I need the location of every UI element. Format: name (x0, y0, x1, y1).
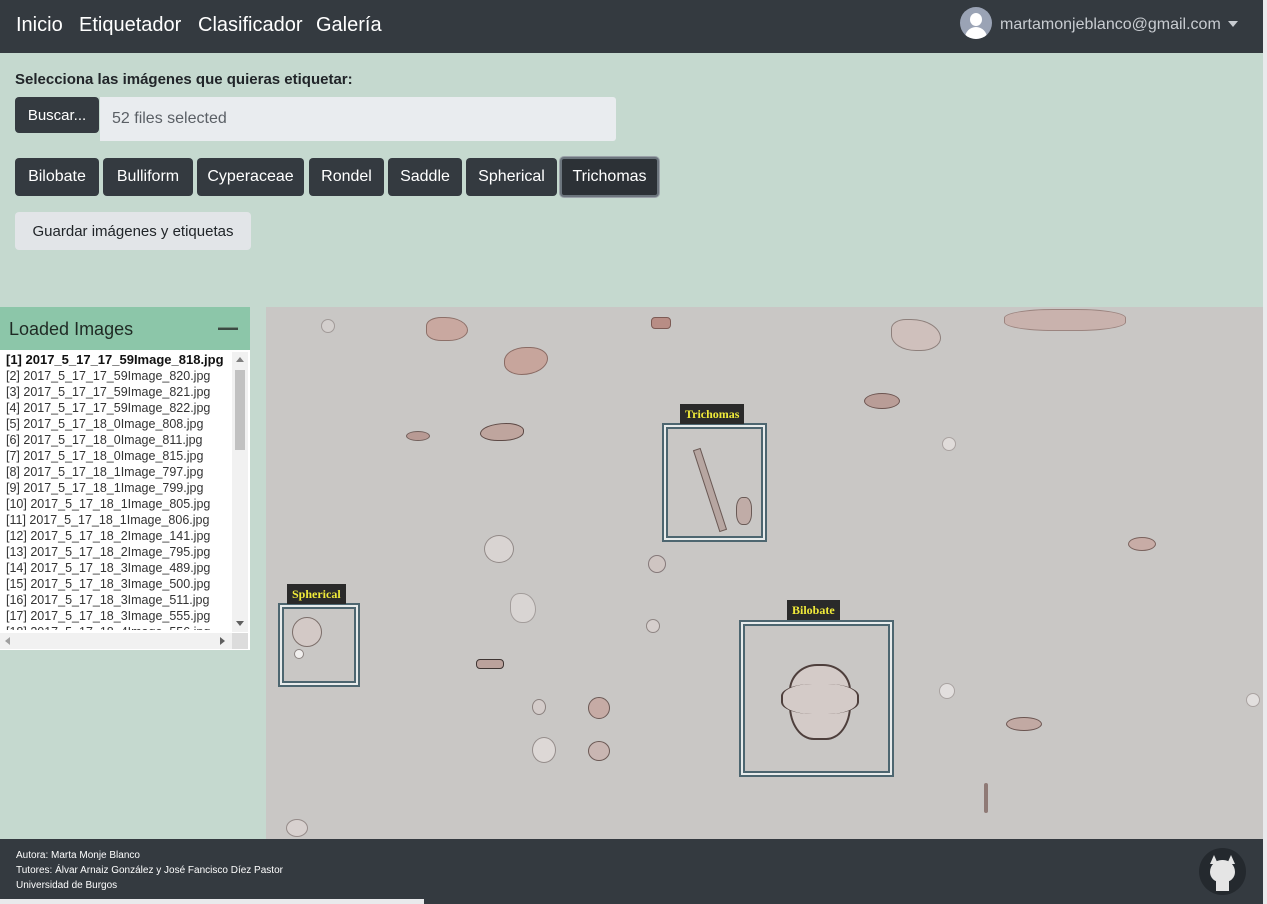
particle (321, 319, 335, 333)
list-item[interactable]: [16] 2017_5_17_18_3Image_511.jpg (6, 592, 230, 608)
scroll-corner (232, 633, 248, 649)
image-canvas[interactable]: Trichomas Spherical Bilobate (266, 307, 1263, 839)
list-item[interactable]: [4] 2017_5_17_17_59Image_822.jpg (6, 400, 230, 416)
footer: Autora: Marta Monje Blanco Tutores: Álva… (0, 839, 1263, 904)
browse-button[interactable]: Buscar... (15, 97, 99, 133)
particle (286, 819, 308, 837)
particle (1004, 309, 1126, 331)
particle (532, 737, 556, 763)
particle (1128, 537, 1156, 551)
particle (484, 535, 514, 563)
file-input[interactable]: 52 files selected (100, 97, 616, 141)
list-item[interactable]: [18] 2017_5_17_18_4Image_556.jpg (6, 624, 230, 630)
user-avatar-icon[interactable] (960, 7, 992, 39)
scroll-right-icon[interactable] (220, 637, 225, 645)
particle (651, 317, 671, 329)
panel-title: Loaded Images (9, 319, 134, 339)
save-images-button[interactable]: Guardar imágenes y etiquetas (15, 212, 251, 250)
list-item[interactable]: [10] 2017_5_17_18_1Image_805.jpg (6, 496, 230, 512)
particle (480, 423, 524, 441)
tag-button-rondel[interactable]: Rondel (309, 158, 384, 196)
footer-tutors: Tutores: Álvar Arnaiz González y José Fa… (16, 865, 283, 876)
vertical-scrollbar[interactable] (232, 352, 248, 632)
tag-button-spherical[interactable]: Spherical (466, 158, 557, 196)
list-item[interactable]: [6] 2017_5_17_18_0Image_811.jpg (6, 432, 230, 448)
annotation-label-spherical: Spherical (287, 584, 346, 604)
annotation-label-bilobate: Bilobate (787, 600, 840, 620)
bottom-strip (0, 899, 424, 904)
tag-button-cyperaceae[interactable]: Cyperaceae (197, 158, 304, 196)
list-item[interactable]: [11] 2017_5_17_18_1Image_806.jpg (6, 512, 230, 528)
github-icon[interactable] (1199, 848, 1246, 895)
panel-header: Loaded Images (0, 307, 250, 350)
minimize-icon[interactable] (218, 327, 238, 330)
nav-etiquetador[interactable]: Etiquetador (79, 14, 181, 37)
nav-clasificador[interactable]: Clasificador (198, 14, 302, 37)
footer-author: Autora: Marta Monje Blanco (16, 850, 140, 861)
bounding-box-spherical[interactable] (278, 603, 360, 687)
footer-university: Universidad de Burgos (16, 880, 118, 891)
navbar: Inicio Etiquetador Clasificador Galería … (0, 0, 1263, 53)
image-list[interactable]: [1] 2017_5_17_17_59Image_818.jpg [2] 2017… (0, 350, 250, 650)
list-item[interactable]: [1] 2017_5_17_17_59Image_818.jpg (6, 352, 230, 368)
bounding-box-trichomas[interactable] (662, 423, 767, 542)
particle (891, 319, 941, 351)
scroll-thumb[interactable] (235, 370, 245, 450)
caret-down-icon[interactable] (1228, 21, 1238, 27)
particle (646, 619, 660, 633)
particle (942, 437, 956, 451)
list-item[interactable]: [14] 2017_5_17_18_3Image_489.jpg (6, 560, 230, 576)
particle (588, 697, 610, 719)
particle (588, 741, 610, 761)
list-item[interactable]: [8] 2017_5_17_18_1Image_797.jpg (6, 464, 230, 480)
list-item[interactable]: [15] 2017_5_17_18_3Image_500.jpg (6, 576, 230, 592)
scroll-down-icon[interactable] (236, 621, 244, 626)
tag-button-saddle[interactable]: Saddle (388, 158, 462, 196)
list-item[interactable]: [13] 2017_5_17_18_2Image_795.jpg (6, 544, 230, 560)
horizontal-scrollbar[interactable] (0, 633, 232, 649)
bounding-box-bilobate[interactable] (739, 620, 894, 777)
nav-galeria[interactable]: Galería (316, 14, 382, 37)
particle (648, 555, 666, 573)
particle (1246, 693, 1260, 707)
tag-button-bilobate[interactable]: Bilobate (15, 158, 99, 196)
tag-button-bulliform[interactable]: Bulliform (103, 158, 193, 196)
list-item[interactable]: [3] 2017_5_17_17_59Image_821.jpg (6, 384, 230, 400)
tag-button-trichomas[interactable]: Trichomas (560, 157, 659, 197)
particle (406, 431, 430, 441)
annotation-label-trichomas: Trichomas (680, 404, 745, 424)
particle (939, 683, 955, 699)
list-item[interactable]: [2] 2017_5_17_17_59Image_820.jpg (6, 368, 230, 384)
particle (984, 783, 988, 813)
particle (532, 699, 546, 715)
scroll-up-icon[interactable] (236, 357, 244, 362)
loaded-images-panel: Loaded Images [1] 2017_5_17_17_59Image_8… (0, 307, 250, 650)
particle (1006, 717, 1042, 731)
select-images-label: Selecciona las imágenes que quieras etiq… (15, 71, 353, 88)
particle (864, 393, 900, 409)
list-item[interactable]: [7] 2017_5_17_18_0Image_815.jpg (6, 448, 230, 464)
particle (476, 659, 504, 669)
user-email[interactable]: martamonjeblanco@gmail.com (1000, 16, 1221, 34)
particle (426, 317, 468, 341)
nav-inicio[interactable]: Inicio (16, 14, 63, 37)
list-item[interactable]: [9] 2017_5_17_18_1Image_799.jpg (6, 480, 230, 496)
scroll-left-icon[interactable] (5, 637, 10, 645)
list-item[interactable]: [17] 2017_5_17_18_3Image_555.jpg (6, 608, 230, 624)
list-item[interactable]: [5] 2017_5_17_18_0Image_808.jpg (6, 416, 230, 432)
particle (510, 593, 536, 623)
window-edge (1263, 0, 1267, 904)
list-item[interactable]: [12] 2017_5_17_18_2Image_141.jpg (6, 528, 230, 544)
particle (504, 347, 548, 375)
